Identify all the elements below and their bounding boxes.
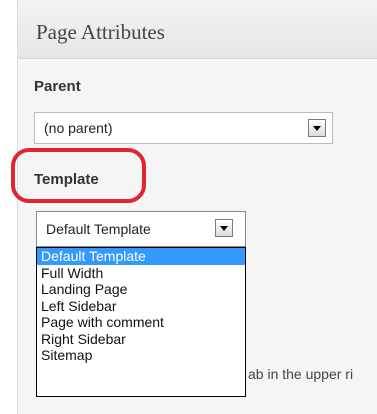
dropdown-option-left-sidebar[interactable]: Left Sidebar <box>37 298 245 315</box>
template-dropdown-list[interactable]: Default Template Full Width Landing Page… <box>36 247 246 397</box>
chevron-down-icon[interactable] <box>215 219 233 237</box>
template-select-value: Default Template <box>46 221 151 237</box>
panel-title: Page Attributes <box>36 20 165 44</box>
parent-select-value: (no parent) <box>44 120 113 136</box>
chevron-down-icon[interactable] <box>308 119 326 137</box>
dropdown-option-page-with-comment[interactable]: Page with comment <box>37 314 245 331</box>
dropdown-option-right-sidebar[interactable]: Right Sidebar <box>37 331 245 348</box>
partial-help-text: ab in the upper ri <box>248 366 354 382</box>
dropdown-option-default-template[interactable]: Default Template <box>37 248 245 265</box>
parent-label: Parent <box>34 78 81 95</box>
template-label: Template <box>34 171 99 188</box>
dropdown-option-sitemap[interactable]: Sitemap <box>37 347 245 364</box>
panel-header: Page Attributes <box>18 0 377 59</box>
parent-select[interactable]: (no parent) <box>34 112 333 144</box>
dropdown-option-full-width[interactable]: Full Width <box>37 265 245 282</box>
dropdown-option-landing-page[interactable]: Landing Page <box>37 281 245 298</box>
template-select[interactable]: Default Template <box>36 211 246 247</box>
